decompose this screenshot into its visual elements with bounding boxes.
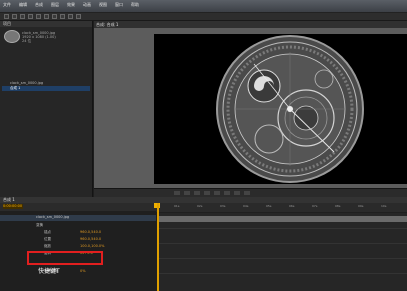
project-item[interactable]: 合成 1 — [2, 86, 90, 91]
menu-animation[interactable]: 动画 — [83, 2, 91, 8]
pen-tool-icon[interactable] — [60, 14, 65, 19]
menu-bar: 文件 编辑 合成 图层 效果 动画 视图 窗口 帮助 — [0, 0, 407, 13]
property-name: 位置 — [44, 237, 51, 241]
ruler-tick-label: 09s — [358, 204, 364, 208]
track-divider — [157, 273, 407, 274]
zoom-dropdown[interactable] — [174, 191, 180, 195]
snapshot-button[interactable] — [184, 191, 190, 195]
transform-group[interactable]: 变换 — [0, 223, 156, 229]
time-ruler[interactable]: 01s 02s 03s 04s 05s 06s 07s 08s 09s 10s — [156, 203, 407, 212]
property-name: 锚点 — [44, 230, 51, 234]
ruler-tick-label: 10s — [381, 204, 387, 208]
hand-tool-icon[interactable] — [12, 14, 17, 19]
shortcut-caption: 快捷键T — [38, 268, 60, 275]
composition-viewer[interactable] — [94, 28, 407, 188]
mask-tool-icon[interactable] — [52, 14, 57, 19]
zoom-tool-icon[interactable] — [20, 14, 25, 19]
camera-tool-icon[interactable] — [36, 14, 41, 19]
menu-file[interactable]: 文件 — [3, 2, 11, 8]
ruler-tick-label: 05s — [266, 204, 272, 208]
highlight-box — [27, 251, 103, 265]
project-tab[interactable]: 项目 — [0, 21, 92, 27]
region-button[interactable] — [214, 191, 220, 195]
property-value[interactable]: 100.0,100.0% — [80, 244, 104, 248]
track-divider — [157, 258, 407, 259]
footage-depth: 24 位 — [22, 39, 32, 43]
layer-row[interactable]: clock_sm_0000.jpg — [0, 215, 156, 221]
viewer-background — [154, 34, 214, 184]
project-panel: 项目 clock_sm_0000.jpg 1920 x 1080 (1.00) … — [0, 21, 93, 197]
property-row-opacity[interactable]: 不透明度 0% — [0, 269, 156, 275]
menu-layer[interactable]: 图层 — [51, 2, 59, 8]
text-tool-icon[interactable] — [68, 14, 73, 19]
property-value[interactable]: 960.0,540.0 — [80, 237, 101, 241]
rotate-tool-icon[interactable] — [28, 14, 33, 19]
timeline-panel: 合成 1 0:00:00:00 01s 02s 03s 04s 05s 06s … — [0, 197, 407, 291]
ruler-tick-label: 01s — [174, 204, 180, 208]
menu-window[interactable]: 窗口 — [115, 2, 123, 8]
footage-info: clock_sm_0000.jpg 1920 x 1080 (1.00) 24 … — [22, 31, 56, 43]
menu-view[interactable]: 视图 — [99, 2, 107, 8]
property-row[interactable]: 锚点 960.0,540.0 — [0, 230, 156, 236]
tools-bar — [0, 13, 407, 21]
property-value[interactable]: 960.0,540.0 — [80, 230, 101, 234]
footage-thumbnail — [4, 30, 20, 43]
transform-label: 变换 — [36, 223, 43, 227]
ruler-tick-label: 08s — [335, 204, 341, 208]
track-divider — [157, 228, 407, 229]
ruler-tick-label: 03s — [220, 204, 226, 208]
composition-tabs: 合成: 合成 1 — [94, 21, 407, 28]
clock-face-image — [214, 34, 366, 184]
resolution-dropdown[interactable] — [204, 191, 210, 195]
ruler-tick-label: 04s — [243, 204, 249, 208]
layer-name: clock_sm_0000.jpg — [36, 215, 70, 219]
track-divider — [157, 243, 407, 244]
property-value[interactable]: 0% — [80, 269, 86, 273]
camera-view-dropdown[interactable] — [234, 191, 240, 195]
pan-tool-icon[interactable] — [44, 14, 49, 19]
menu-composition[interactable]: 合成 — [35, 2, 43, 8]
selection-tool-icon[interactable] — [4, 14, 9, 19]
property-name: 缩放 — [44, 244, 51, 248]
ruler-tick-label: 02s — [197, 204, 203, 208]
project-item-list: clock_sm_0000.jpg 合成 1 — [2, 81, 90, 91]
view-layout-dropdown[interactable] — [244, 191, 250, 195]
layer-duration-bar[interactable] — [157, 216, 407, 222]
menu-items: 文件 编辑 合成 图层 效果 动画 视图 窗口 帮助 — [3, 2, 139, 8]
ruler-tick-label: 06s — [289, 204, 295, 208]
property-row[interactable]: 缩放 100.0,100.0% — [0, 244, 156, 250]
viewer-background — [366, 34, 407, 184]
transparency-grid-button[interactable] — [224, 191, 230, 195]
ruler-tick-label: 07s — [312, 204, 318, 208]
playhead-line[interactable] — [157, 203, 159, 291]
track-area[interactable] — [157, 213, 407, 291]
menu-edit[interactable]: 编辑 — [19, 2, 27, 8]
property-row[interactable]: 位置 960.0,540.0 — [0, 237, 156, 243]
clock-artwork — [214, 34, 366, 184]
channel-button[interactable] — [194, 191, 200, 195]
menu-effect[interactable]: 效果 — [67, 2, 75, 8]
brush-tool-icon[interactable] — [76, 14, 81, 19]
viewer-controls — [94, 188, 407, 197]
current-timecode[interactable]: 0:00:00:00 — [3, 204, 23, 209]
menu-help[interactable]: 帮助 — [131, 2, 139, 8]
